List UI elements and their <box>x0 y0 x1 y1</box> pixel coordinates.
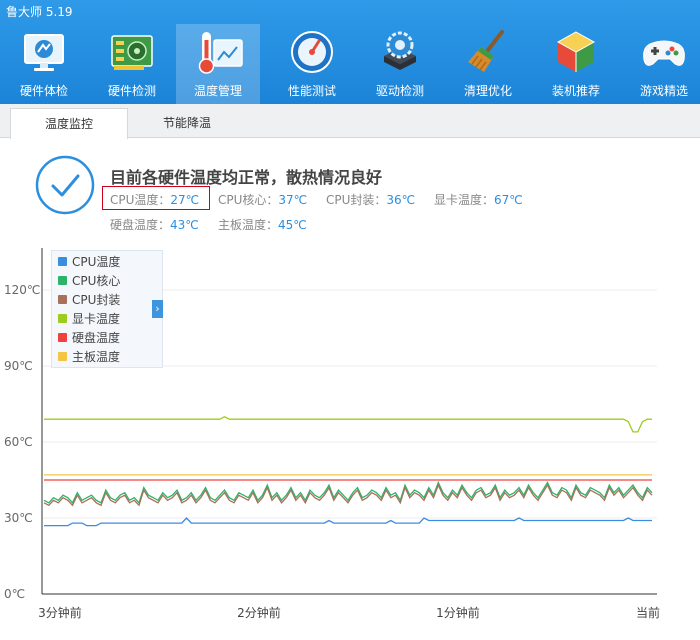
chart-legend: CPU温度 CPU核心 CPU封装 显卡温度 硬盘温度 主板温度 <box>51 250 163 368</box>
x-tick-label: 2分钟前 <box>237 605 281 620</box>
y-tick-label: 90℃ <box>4 359 33 373</box>
legend-item-cpu-core: CPU核心 <box>58 272 120 290</box>
reading-label: 显卡温度： <box>434 193 495 207</box>
reading-label: CPU核心： <box>218 193 279 207</box>
reading-value: 45℃ <box>278 218 307 232</box>
reading-disk-temp: 硬盘温度：43℃ <box>110 216 199 233</box>
tab-energy-saving-cooling[interactable]: 节能降温 <box>128 108 246 138</box>
tool-temperature-management[interactable]: 温度管理 <box>176 24 260 104</box>
legend-swatch <box>58 295 67 304</box>
checkmark-circle-icon <box>35 155 95 215</box>
reading-label: 主板温度： <box>218 218 279 232</box>
tool-label: 驱动检测 <box>375 84 424 98</box>
legend-label: 主板温度 <box>72 350 121 364</box>
app-title: 鲁大师 5.19 <box>6 5 73 19</box>
tool-performance-test[interactable]: 性能测试 <box>268 24 356 104</box>
app-window: 鲁大师 5.19 硬件体检 硬件检测 温度管理 性能测试 驱动检测 清理优化 装… <box>0 0 700 640</box>
gear-drive-icon <box>384 31 416 70</box>
legend-label: CPU封装 <box>72 293 121 307</box>
legend-label: CPU核心 <box>72 274 121 288</box>
tool-hardware-detect[interactable]: 硬件检测 <box>88 24 176 104</box>
speedometer-icon <box>291 31 333 73</box>
reading-value: 43℃ <box>170 218 199 232</box>
reading-label: CPU封装： <box>326 193 387 207</box>
gamepad-icon <box>643 40 685 66</box>
cube-icon <box>556 31 596 72</box>
tool-cleanup-optimize[interactable]: 清理优化 <box>444 24 532 104</box>
x-tick-label: 3分钟前 <box>38 605 82 620</box>
tool-hardware-checkup[interactable]: 硬件体检 <box>0 24 88 104</box>
reading-value: 67℃ <box>494 193 523 207</box>
reading-value: 36℃ <box>386 193 416 207</box>
tab-temperature-monitor[interactable]: 温度监控 <box>10 108 128 139</box>
legend-label: 显卡温度 <box>72 312 121 326</box>
tool-label: 清理优化 <box>463 84 512 98</box>
series-line-0 <box>44 517 652 527</box>
thermometer-chart-icon <box>198 32 243 74</box>
reading-gpu-temp: 显卡温度：67℃ <box>434 191 523 208</box>
tool-label: 装机推荐 <box>551 84 600 98</box>
reading-mainboard-temp: 主板温度：45℃ <box>218 216 307 233</box>
tool-label: 硬件检测 <box>107 84 156 98</box>
x-tick-label: 1分钟前 <box>436 605 480 620</box>
legend-label: CPU温度 <box>72 255 121 269</box>
legend-item-gpu-temp: 显卡温度 <box>58 310 120 328</box>
legend-item-mainboard-temp: 主板温度 <box>58 348 120 366</box>
legend-swatch <box>58 257 67 266</box>
legend-collapse-button[interactable]: › <box>152 300 163 318</box>
legend-swatch <box>58 314 67 323</box>
legend-swatch <box>58 276 67 285</box>
monitor-icon <box>24 34 64 71</box>
sub-tab-bar: 温度监控 节能降温 <box>0 104 700 139</box>
legend-label: 硬盘温度 <box>72 331 121 345</box>
x-tick-label: 当前 <box>636 605 660 620</box>
legend-item-cpu-package: CPU封装 <box>58 291 120 309</box>
reading-cpu-core: CPU核心：37℃ <box>218 191 307 208</box>
tool-build-recommend[interactable]: 装机推荐 <box>532 24 620 104</box>
tool-game-picks[interactable]: 游戏精选 <box>620 24 700 104</box>
reading-value: 37℃ <box>278 193 308 207</box>
y-tick-label: 0℃ <box>4 587 25 601</box>
tool-label: 性能测试 <box>287 84 336 98</box>
circuit-board-icon <box>111 35 153 70</box>
y-tick-label: 30℃ <box>4 511 33 525</box>
chart-series <box>43 415 653 527</box>
legend-swatch <box>58 333 67 342</box>
reading-label: CPU温度： <box>110 193 171 207</box>
legend-item-cpu-temp: CPU温度 <box>58 253 120 271</box>
tool-label: 硬件体检 <box>19 84 68 98</box>
series-line-3 <box>44 415 652 433</box>
y-tick-label: 60℃ <box>4 435 33 449</box>
broom-icon <box>468 30 504 72</box>
legend-swatch <box>58 352 67 361</box>
reading-value: 27℃ <box>170 193 200 207</box>
tool-label: 游戏精选 <box>639 84 688 98</box>
toolbar: 硬件体检 硬件检测 温度管理 性能测试 驱动检测 清理优化 装机推荐 游戏精选 <box>0 24 700 104</box>
tool-label: 温度管理 <box>193 84 242 98</box>
y-tick-label: 120℃ <box>4 283 40 297</box>
reading-cpu-temp: CPU温度：27℃ <box>110 191 199 208</box>
header: 鲁大师 5.19 硬件体检 硬件检测 温度管理 性能测试 驱动检测 清理优化 装… <box>0 0 700 104</box>
status-headline: 目前各硬件温度均正常，散热情况良好 <box>110 168 383 187</box>
reading-cpu-package: CPU封装：36℃ <box>326 191 415 208</box>
legend-item-disk-temp: 硬盘温度 <box>58 329 120 347</box>
tool-driver-detect[interactable]: 驱动检测 <box>356 24 444 104</box>
reading-label: 硬盘温度： <box>110 218 171 232</box>
